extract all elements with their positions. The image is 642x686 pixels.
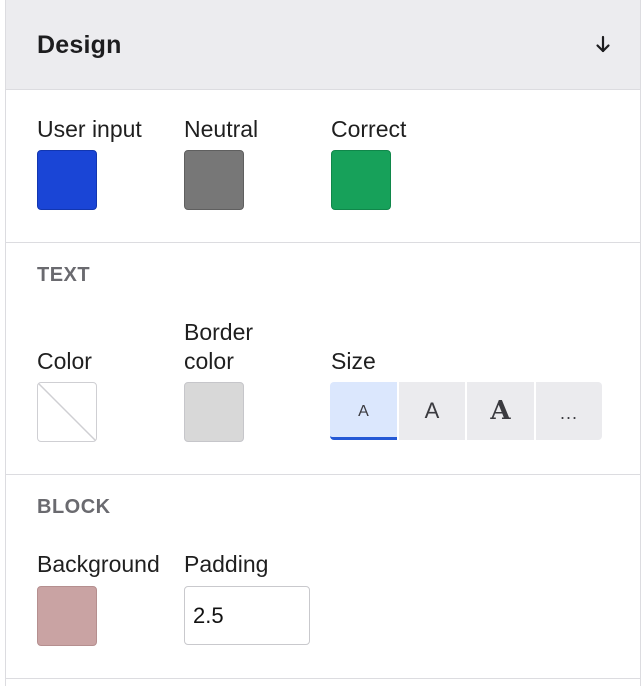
section-divider: [6, 678, 640, 679]
arrow-down-icon[interactable]: [591, 27, 615, 59]
padding-input[interactable]: [184, 586, 310, 645]
neutral-color-label: Neutral: [184, 116, 259, 142]
user-input-color-swatch[interactable]: [37, 150, 97, 210]
size-option-more-label: ...: [559, 402, 578, 423]
design-section-header[interactable]: Design: [6, 0, 640, 90]
correct-color-label: Correct: [331, 116, 407, 142]
design-section-title: Design: [37, 31, 122, 59]
block-section-title: BLOCK: [37, 496, 111, 518]
padding-label: Padding: [184, 551, 269, 577]
text-color-swatch-none[interactable]: [37, 382, 97, 442]
border-color-label-line1: Border: [184, 319, 254, 345]
background-color-swatch[interactable]: [37, 586, 97, 646]
section-divider: [6, 242, 640, 243]
text-section-title: TEXT: [37, 264, 91, 286]
user-input-color-label: User input: [37, 116, 142, 142]
size-option-small[interactable]: A: [330, 382, 397, 440]
no-color-slash-icon: [38, 383, 96, 441]
text-color-label: Color: [37, 348, 92, 374]
text-size-selector: A A A ...: [330, 382, 602, 440]
size-option-large-label: A: [490, 396, 511, 426]
background-label: Background: [37, 551, 160, 577]
border-color-label-line2: color: [184, 348, 234, 374]
neutral-color-swatch[interactable]: [184, 150, 244, 210]
border-color-swatch[interactable]: [184, 382, 244, 442]
size-option-more[interactable]: ...: [536, 382, 602, 440]
correct-color-swatch[interactable]: [331, 150, 391, 210]
design-panel: Design User input Neutral Correct TEXT C…: [5, 0, 641, 686]
size-option-medium-label: A: [424, 398, 440, 423]
size-label: Size: [331, 348, 376, 374]
section-divider: [6, 474, 640, 475]
size-option-large[interactable]: A: [467, 382, 534, 440]
size-option-small-label: A: [358, 402, 369, 420]
size-option-medium[interactable]: A: [399, 382, 465, 440]
